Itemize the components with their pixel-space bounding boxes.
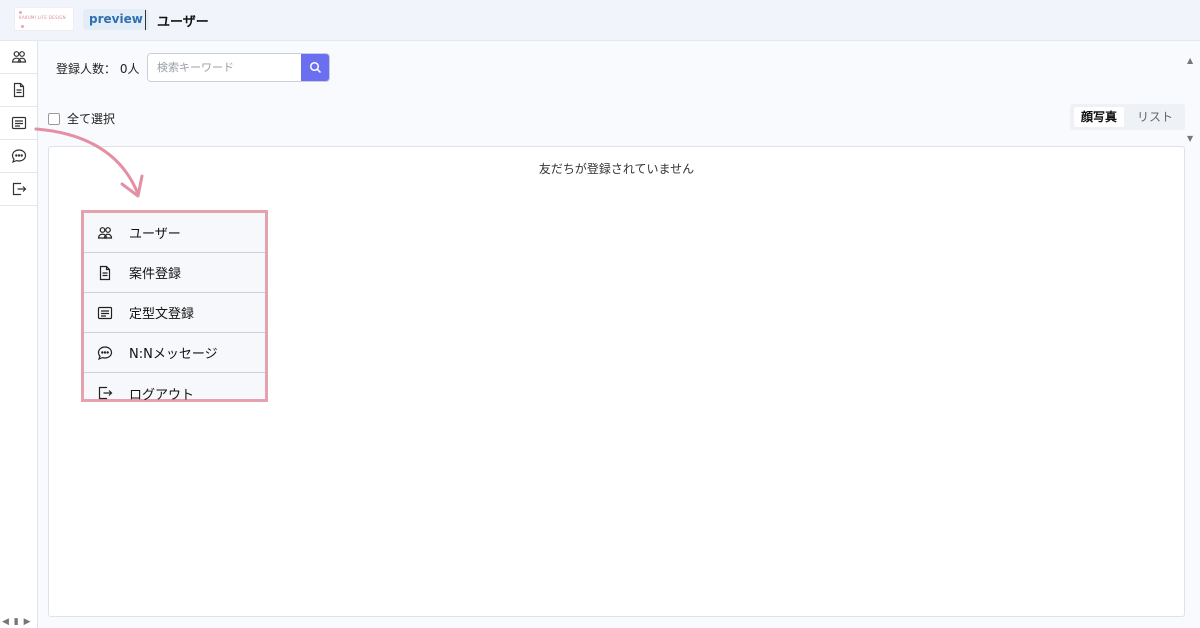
document-icon	[99, 265, 111, 280]
sidebar-item-message[interactable]	[0, 140, 37, 173]
sidebar-item-template[interactable]	[0, 107, 37, 140]
logo-ornament	[19, 11, 22, 14]
sidebar: ◀ ▮ ▶	[0, 41, 38, 628]
callout-item-template: 定型文登録	[84, 293, 265, 333]
search-button[interactable]	[301, 54, 329, 81]
sidebar-item-logout[interactable]	[0, 173, 37, 206]
callout-item-label: N:Nメッセージ	[129, 347, 218, 362]
chat-icon	[97, 345, 113, 360]
search-box	[147, 53, 330, 82]
callout-item-label: 定型文登録	[129, 307, 195, 322]
list-icon	[11, 116, 26, 130]
menu-callout: ユーザー 案件登録 定型文登録 N:Nメッセージ ログアウト	[81, 210, 268, 403]
app-logo[interactable]: KAKUMI LIFE DESIGN	[14, 7, 74, 31]
document-icon	[13, 82, 24, 98]
tab-list[interactable]: リスト	[1130, 107, 1180, 127]
users-icon	[11, 51, 26, 63]
list-icon	[97, 306, 113, 319]
select-all-checkbox[interactable]	[48, 112, 60, 125]
callout-item-label: 案件登録	[129, 267, 182, 282]
tab-face-photo[interactable]: 顔写真	[1074, 107, 1124, 127]
callout-item-project: 案件登録	[84, 253, 265, 293]
view-toggle: 顔写真 リスト	[1070, 104, 1185, 130]
sidebar-scroll-controls[interactable]: ◀ ▮ ▶	[2, 617, 32, 627]
registered-count: 登録人数： 0人	[56, 62, 140, 76]
scroll-down-arrow[interactable]: ▼	[1187, 134, 1193, 143]
scroll-up-arrow[interactable]: ▲	[1187, 56, 1193, 65]
callout-item-label: ログアウト	[129, 387, 195, 403]
empty-message: 友だちが登録されていません	[538, 162, 695, 176]
logout-icon	[98, 386, 113, 400]
callout-item-label: ユーザー	[129, 227, 181, 242]
logout-icon	[12, 182, 26, 196]
sidebar-item-users[interactable]	[0, 41, 37, 74]
top-bar: KAKUMI LIFE DESIGN preview ユーザー	[0, 0, 1200, 41]
search-icon	[309, 61, 321, 74]
callout-item-message: N:Nメッセージ	[84, 333, 265, 373]
chat-icon	[11, 149, 26, 164]
callout-item-logout: ログアウト	[84, 373, 265, 413]
logo-ornament	[21, 25, 24, 28]
users-icon	[97, 226, 113, 239]
preview-badge: preview	[83, 9, 149, 30]
header-divider	[145, 10, 146, 30]
annotation-arrow	[34, 127, 144, 198]
search-input[interactable]	[148, 54, 311, 81]
sidebar-item-document[interactable]	[0, 74, 37, 107]
logo-text: KAKUMI LIFE DESIGN	[19, 15, 66, 20]
callout-item-users: ユーザー	[84, 213, 265, 253]
page-title: ユーザー	[157, 15, 209, 30]
